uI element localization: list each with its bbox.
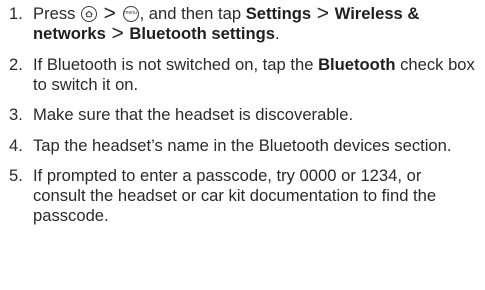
settings-label: Settings <box>245 4 312 23</box>
step-2: 2. If Bluetooth is not switched on, tap … <box>9 55 475 95</box>
step-text: Tap the headset’s name in the Bluetooth … <box>33 135 452 155</box>
step-text: If Bluetooth is not switched on, tap the… <box>33 55 475 95</box>
step-text-start: If Bluetooth is not switched on, tap the <box>33 54 314 74</box>
step-3: 3. Make sure that the headset is discove… <box>9 105 475 125</box>
step-text-then: , and then tap <box>139 4 242 23</box>
instruction-page: 1. Press > menu , and then tap Settings … <box>0 0 485 290</box>
menu-key-label: menu <box>124 10 137 16</box>
separator: > <box>316 2 330 25</box>
home-key-icon <box>81 6 98 22</box>
step-number: 2. <box>9 54 23 74</box>
bluetooth-label: Bluetooth <box>318 54 396 74</box>
step-text-period: . <box>275 24 280 43</box>
separator: > <box>103 2 116 25</box>
steps-list: 1. Press > menu , and then tap Settings … <box>9 2 475 226</box>
menu-key-icon: menu <box>122 6 139 22</box>
home-key-glyph <box>85 10 93 18</box>
step-number: 4. <box>9 135 23 155</box>
step-text: Make sure that the headset is discoverab… <box>33 105 354 124</box>
step-number: 5. <box>9 166 23 185</box>
step-4: 4. Tap the headset’s name in the Bluetoo… <box>9 136 475 156</box>
step-number: 1. <box>9 4 23 23</box>
separator: > <box>111 22 124 45</box>
step-1: 1. Press > menu , and then tap Settings … <box>9 2 475 45</box>
step-number: 3. <box>9 105 23 124</box>
step-text: Press > menu , and then tap Settings > W… <box>33 2 475 45</box>
step-text: If prompted to enter a passcode, try 000… <box>33 166 437 225</box>
bluetooth-settings-label: Bluetooth settings <box>129 24 276 43</box>
step-5: 5. If prompted to enter a passcode, try … <box>9 166 475 226</box>
step-text-press: Press <box>33 4 76 23</box>
